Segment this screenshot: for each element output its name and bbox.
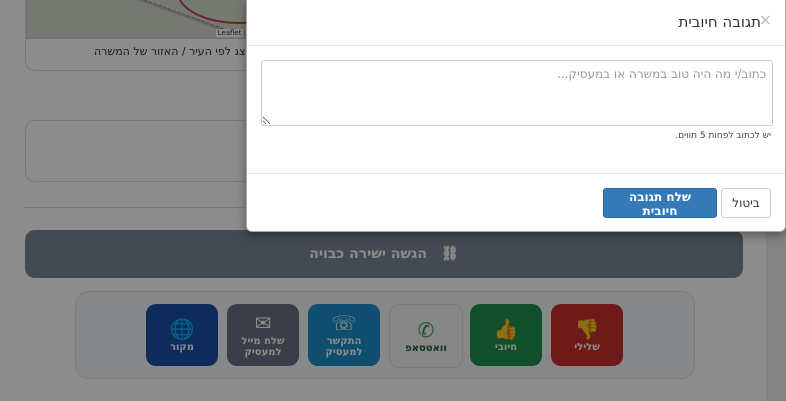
cancel-button[interactable]: ביטול (721, 188, 771, 218)
send-positive-feedback-button[interactable]: שלח תגובה חיובית (603, 188, 717, 218)
modal-footer: שלח תגובה חיובית ביטול (247, 173, 785, 232)
modal-header: × תגובה חיובית (247, 0, 785, 46)
modal-title: תגובה חיובית (678, 13, 762, 31)
feedback-textarea[interactable] (261, 60, 773, 126)
min-length-hint: יש לכתוב לפחות 5 תווים. (675, 131, 771, 141)
positive-feedback-modal: × תגובה חיובית יש לכתוב לפחות 5 תווים. ש… (246, 0, 786, 232)
